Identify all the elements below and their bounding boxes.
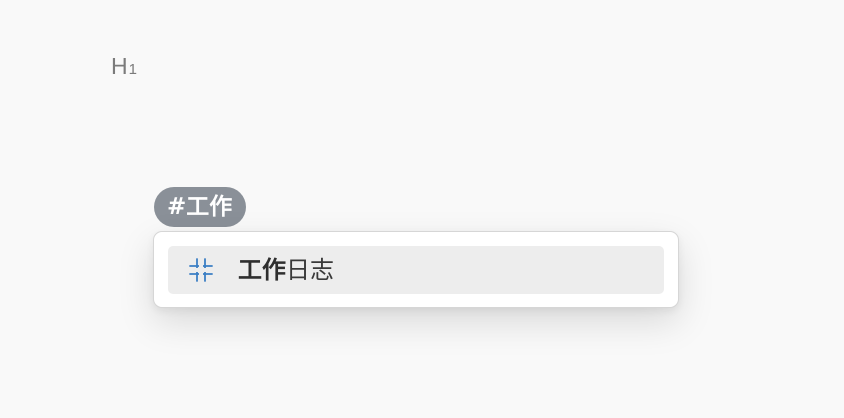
tag-text: 工作 xyxy=(186,194,233,220)
tag-suggestion-popup: 工作日志 xyxy=(153,231,679,308)
tag-hash-symbol: # xyxy=(167,194,187,220)
suggestion-item-gongzuo-rizhi[interactable]: 工作日志 xyxy=(168,246,664,294)
suggestion-match-text: 工作 xyxy=(238,256,286,284)
heading-letter: H xyxy=(111,53,128,79)
heading-level-marker: H1 xyxy=(111,52,137,84)
tag-chip-input[interactable]: #工作 xyxy=(154,187,247,227)
heading-level-number: 1 xyxy=(128,61,137,78)
suggestion-item-label: 工作日志 xyxy=(238,246,334,294)
tag-slash-icon xyxy=(188,257,214,283)
suggestion-rest-text: 日志 xyxy=(286,256,334,284)
